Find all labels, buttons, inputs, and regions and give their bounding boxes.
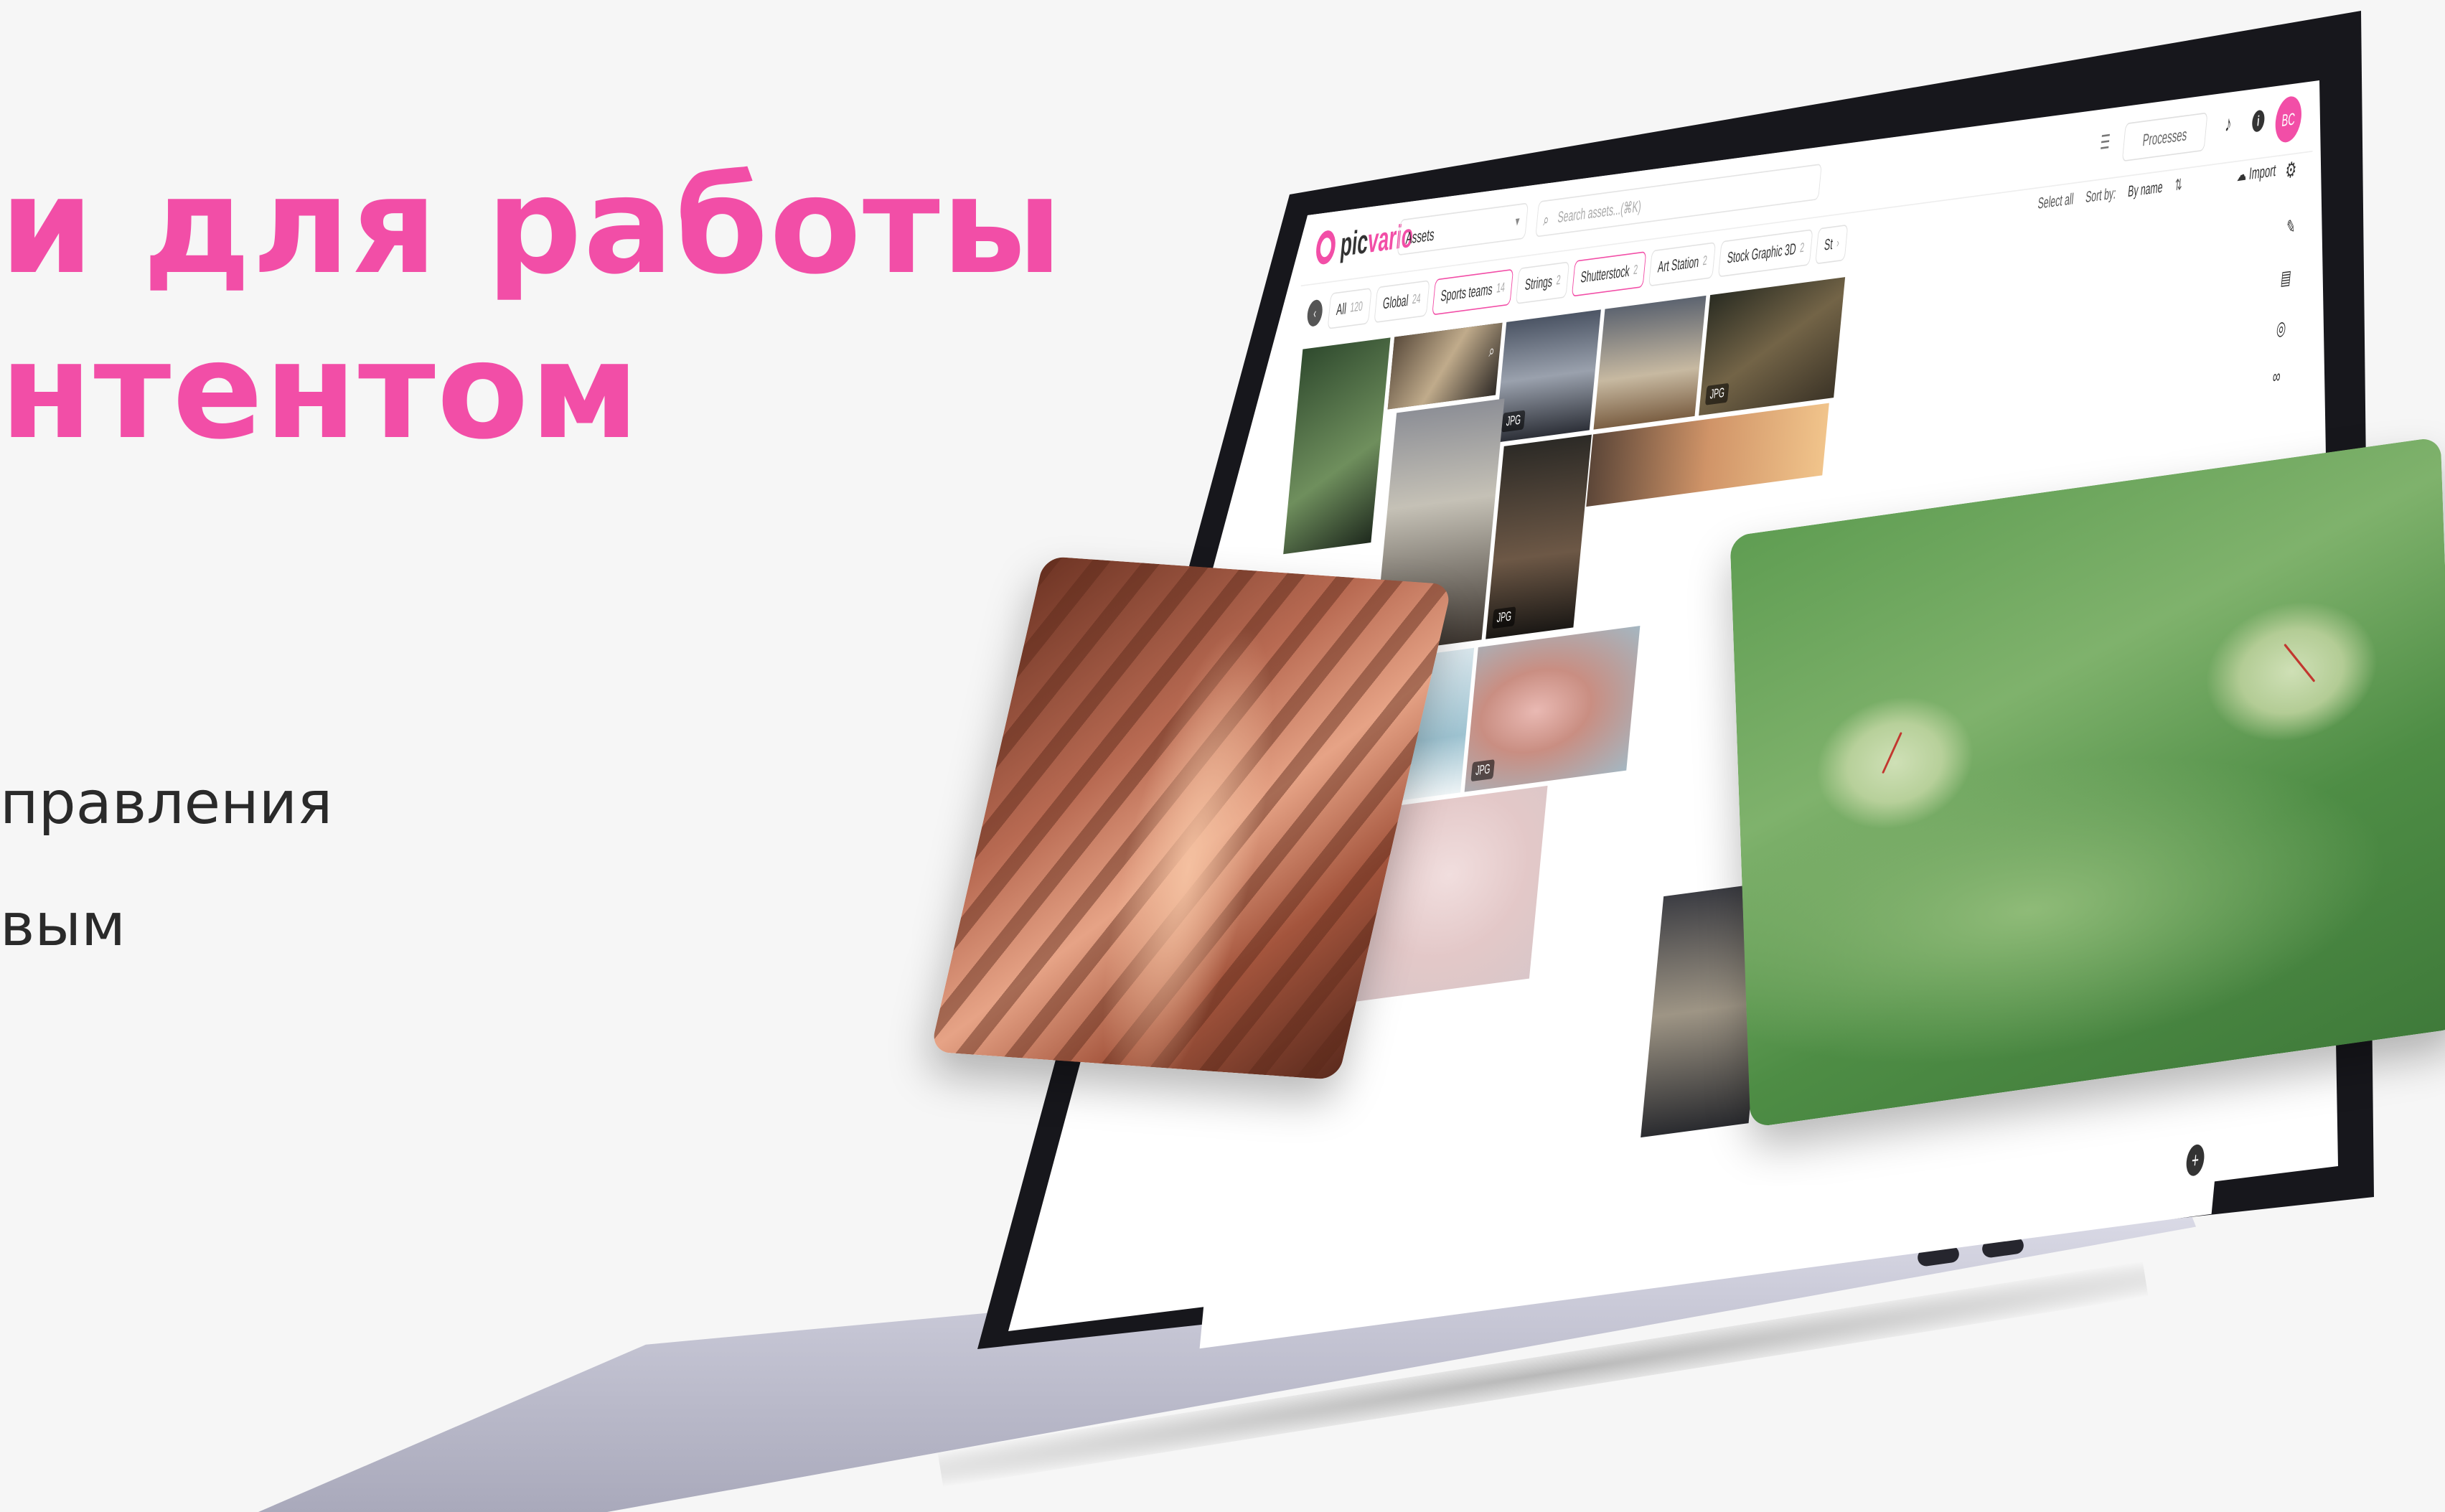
search-icon: ⌕ [1542, 209, 1550, 230]
collection-chip-label: St [1824, 234, 1834, 254]
collection-chip[interactable]: Art Station 2 [1648, 242, 1717, 287]
hero-subtitle-line1: правления [0, 769, 333, 837]
collection-chip[interactable]: Sports teams 14 [1431, 268, 1514, 316]
collection-chip-count: 24 [1411, 291, 1422, 308]
collection-chip-count: 2 [1702, 253, 1708, 269]
logo-mark-icon [1315, 229, 1337, 266]
link-icon[interactable]: ∞ [2265, 366, 2289, 390]
file-type-tag: JPG [1470, 759, 1496, 782]
bell-icon[interactable]: ♪ [2224, 111, 2233, 137]
collection-chip[interactable]: Shutterstock 2 [1571, 250, 1647, 297]
collection-chip-count: 14 [1496, 281, 1506, 296]
asset-tile[interactable]: JPG [1464, 626, 1641, 792]
bud-detail [2284, 643, 2316, 682]
plus-icon[interactable]: + [2184, 1143, 2206, 1178]
import-icon: ☁ [2236, 164, 2248, 185]
collection-chip-count: › [1836, 236, 1840, 251]
hero-headline-line1: и для работы [0, 148, 1064, 304]
chevron-left-icon[interactable]: ‹ [1306, 299, 1324, 328]
collection-chip-label: Strings [1524, 271, 1554, 294]
file-type-tag: JPG [1501, 410, 1526, 433]
collection-chip-label: Art Station [1657, 252, 1700, 276]
collection-chip[interactable]: St › [1815, 224, 1849, 265]
collection-chip[interactable]: Stock Graphic 3D 2 [1718, 229, 1813, 278]
filter-icon[interactable]: ☰ [2099, 130, 2111, 155]
collection-chip-label: Shutterstock [1580, 261, 1630, 286]
search-placeholder: Search assets...(⌘K) [1557, 197, 1643, 227]
clipboard-icon[interactable]: ▤ [2274, 265, 2298, 292]
collection-chip-count: 120 [1349, 299, 1364, 316]
workspace-select[interactable]: Assets ▼ [1397, 202, 1529, 256]
asset-tile[interactable] [1593, 295, 1707, 430]
asset-tile[interactable]: ⌕ [1387, 322, 1503, 410]
collection-chip-label: Stock Graphic 3D [1726, 239, 1797, 267]
asset-tile[interactable]: JPG [1495, 309, 1601, 443]
hero-subtitle: правления вым [0, 743, 332, 987]
collection-chip-count: 2 [1633, 263, 1638, 278]
hero-headline: и для работы нтентом [0, 144, 1064, 474]
green-buds-photo-card [1730, 436, 2445, 1128]
collection-chip-label: Global [1381, 291, 1409, 313]
collection-chip[interactable]: Strings 2 [1516, 261, 1570, 304]
hero-subtitle-line2: вым [0, 891, 126, 959]
collection-chip[interactable]: Global 24 [1374, 280, 1430, 324]
workspace-select-value: Assets [1404, 224, 1435, 248]
collection-chip-label: Sports teams [1440, 279, 1493, 305]
edit-icon[interactable]: ✎ [2279, 214, 2302, 241]
file-type-tag: JPG [1491, 606, 1516, 629]
chevron-down-icon: ▼ [1513, 215, 1521, 230]
info-icon[interactable]: i [2251, 109, 2266, 133]
face-scan-icon[interactable]: ◎ [2269, 315, 2293, 342]
collection-chip[interactable]: All 120 [1327, 287, 1372, 329]
processes-button[interactable]: Processes [2121, 112, 2208, 162]
bud-detail [1882, 731, 1902, 774]
file-type-tag: JPG [1704, 382, 1730, 405]
collection-chip-label: All [1336, 299, 1348, 319]
import-label: Import [2248, 160, 2277, 184]
collection-chip-count: 2 [1555, 273, 1562, 288]
asset-tile[interactable]: JPG [1699, 277, 1846, 416]
zoom-icon[interactable]: ⌕ [1488, 340, 1496, 362]
asset-tile[interactable] [1283, 337, 1391, 555]
collection-chip-count: 2 [1799, 240, 1805, 256]
asset-tile[interactable]: JPG [1486, 434, 1592, 639]
hero-headline-line2: нтентом [0, 313, 641, 469]
avatar[interactable]: BC [2273, 95, 2304, 144]
logo-text-pic: pic [1338, 222, 1370, 264]
